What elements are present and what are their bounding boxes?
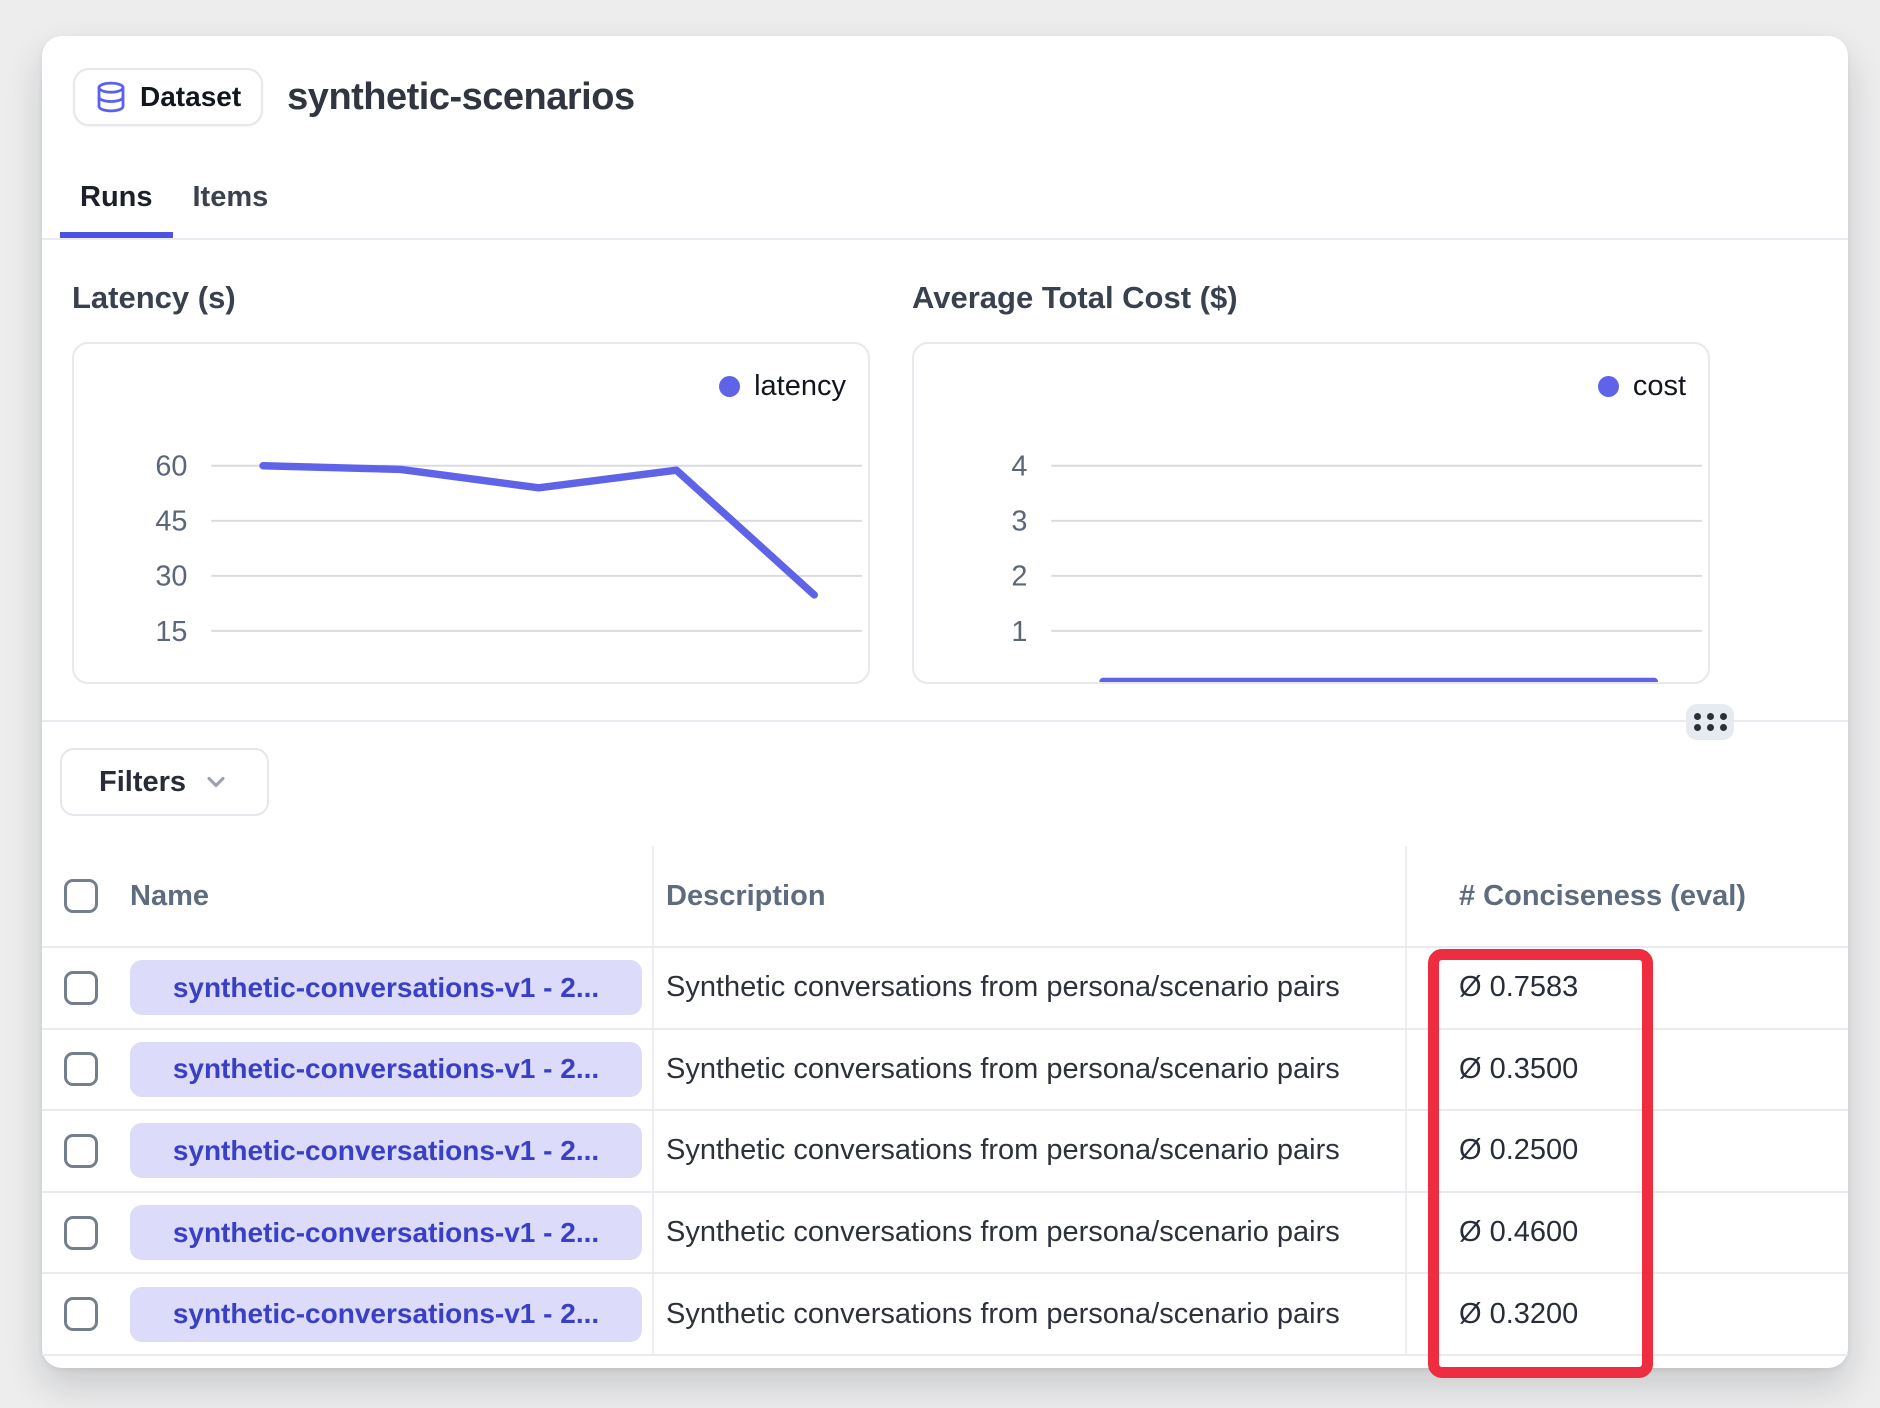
- table-row: synthetic-conversations-v1 - 2... Synthe…: [42, 1030, 1848, 1112]
- conciseness-value: Ø 0.2500: [1459, 1134, 1578, 1167]
- run-name-pill[interactable]: synthetic-conversations-v1 - 2...: [130, 1042, 642, 1097]
- conciseness-value: Ø 0.7583: [1459, 971, 1578, 1004]
- latency-legend-label: latency: [754, 370, 846, 403]
- latency-legend-dot-icon: [719, 376, 740, 397]
- svg-text:30: 30: [155, 561, 187, 593]
- run-name-pill[interactable]: synthetic-conversations-v1 - 2...: [130, 1123, 642, 1178]
- table-header-row: Name Description # Conciseness (eval): [42, 846, 1848, 948]
- cost-chart-card: 4 3 2 1 cost: [912, 342, 1710, 684]
- row-checkbox[interactable]: [64, 1297, 98, 1331]
- tabs: Runs Items: [60, 162, 288, 240]
- latency-legend: latency: [719, 370, 846, 403]
- select-all-checkbox[interactable]: [64, 879, 98, 913]
- latency-chart-card: 60 45 30 15 latency: [72, 342, 870, 684]
- table-row: synthetic-conversations-v1 - 2... Synthe…: [42, 948, 1848, 1030]
- conciseness-value: Ø 0.3500: [1459, 1053, 1578, 1086]
- svg-text:60: 60: [155, 451, 187, 483]
- cost-legend-label: cost: [1633, 370, 1686, 403]
- svg-text:45: 45: [155, 506, 187, 538]
- svg-text:15: 15: [155, 616, 187, 648]
- section-divider: [42, 720, 1848, 722]
- row-checkbox[interactable]: [64, 1134, 98, 1168]
- run-description: Synthetic conversations from persona/sce…: [666, 1298, 1340, 1331]
- cost-legend-dot-icon: [1598, 376, 1619, 397]
- row-checkbox[interactable]: [64, 971, 98, 1005]
- cost-chart-title: Average Total Cost ($): [912, 280, 1238, 316]
- row-checkbox[interactable]: [64, 1052, 98, 1086]
- conciseness-value: Ø 0.4600: [1459, 1216, 1578, 1249]
- cost-chart: 4 3 2 1: [914, 344, 1708, 682]
- run-name-pill[interactable]: synthetic-conversations-v1 - 2...: [130, 1287, 642, 1342]
- dataset-badge-label: Dataset: [140, 81, 241, 113]
- column-header-name[interactable]: Name: [130, 880, 209, 913]
- header: Dataset synthetic-scenarios: [73, 68, 635, 126]
- database-icon: [95, 80, 127, 114]
- tab-items[interactable]: Items: [173, 162, 289, 240]
- svg-text:2: 2: [1011, 561, 1027, 593]
- cost-legend: cost: [1598, 370, 1686, 403]
- tabs-divider: [42, 238, 1848, 240]
- conciseness-value: Ø 0.3200: [1459, 1298, 1578, 1331]
- row-checkbox[interactable]: [64, 1216, 98, 1250]
- page-title: synthetic-scenarios: [287, 76, 634, 119]
- column-header-conciseness[interactable]: # Conciseness (eval): [1459, 880, 1746, 913]
- dataset-badge: Dataset: [73, 68, 263, 126]
- tab-runs[interactable]: Runs: [60, 162, 173, 240]
- drag-handle-icon[interactable]: [1686, 704, 1734, 740]
- runs-table: Name Description # Conciseness (eval) sy…: [42, 846, 1848, 1356]
- table-row: synthetic-conversations-v1 - 2... Synthe…: [42, 1111, 1848, 1193]
- filters-button[interactable]: Filters: [60, 748, 269, 816]
- run-description: Synthetic conversations from persona/sce…: [666, 1216, 1340, 1249]
- svg-text:1: 1: [1011, 616, 1027, 648]
- table-body: synthetic-conversations-v1 - 2... Synthe…: [42, 948, 1848, 1356]
- run-name-pill[interactable]: synthetic-conversations-v1 - 2...: [130, 1205, 642, 1260]
- svg-text:4: 4: [1011, 451, 1027, 483]
- column-header-description[interactable]: Description: [666, 880, 826, 913]
- run-name-pill[interactable]: synthetic-conversations-v1 - 2...: [130, 960, 642, 1015]
- table-row: synthetic-conversations-v1 - 2... Synthe…: [42, 1193, 1848, 1275]
- run-description: Synthetic conversations from persona/sce…: [666, 1053, 1340, 1086]
- svg-text:3: 3: [1011, 506, 1027, 538]
- dataset-card: Dataset synthetic-scenarios Runs Items L…: [42, 36, 1848, 1368]
- run-description: Synthetic conversations from persona/sce…: [666, 971, 1340, 1004]
- chevron-down-icon: [202, 768, 230, 796]
- run-description: Synthetic conversations from persona/sce…: [666, 1134, 1340, 1167]
- latency-chart-title: Latency (s): [72, 280, 236, 316]
- table-row: synthetic-conversations-v1 - 2... Synthe…: [42, 1274, 1848, 1356]
- page-background: { "header": { "badge_label": "Dataset", …: [0, 0, 1880, 1408]
- filters-button-label: Filters: [99, 766, 186, 799]
